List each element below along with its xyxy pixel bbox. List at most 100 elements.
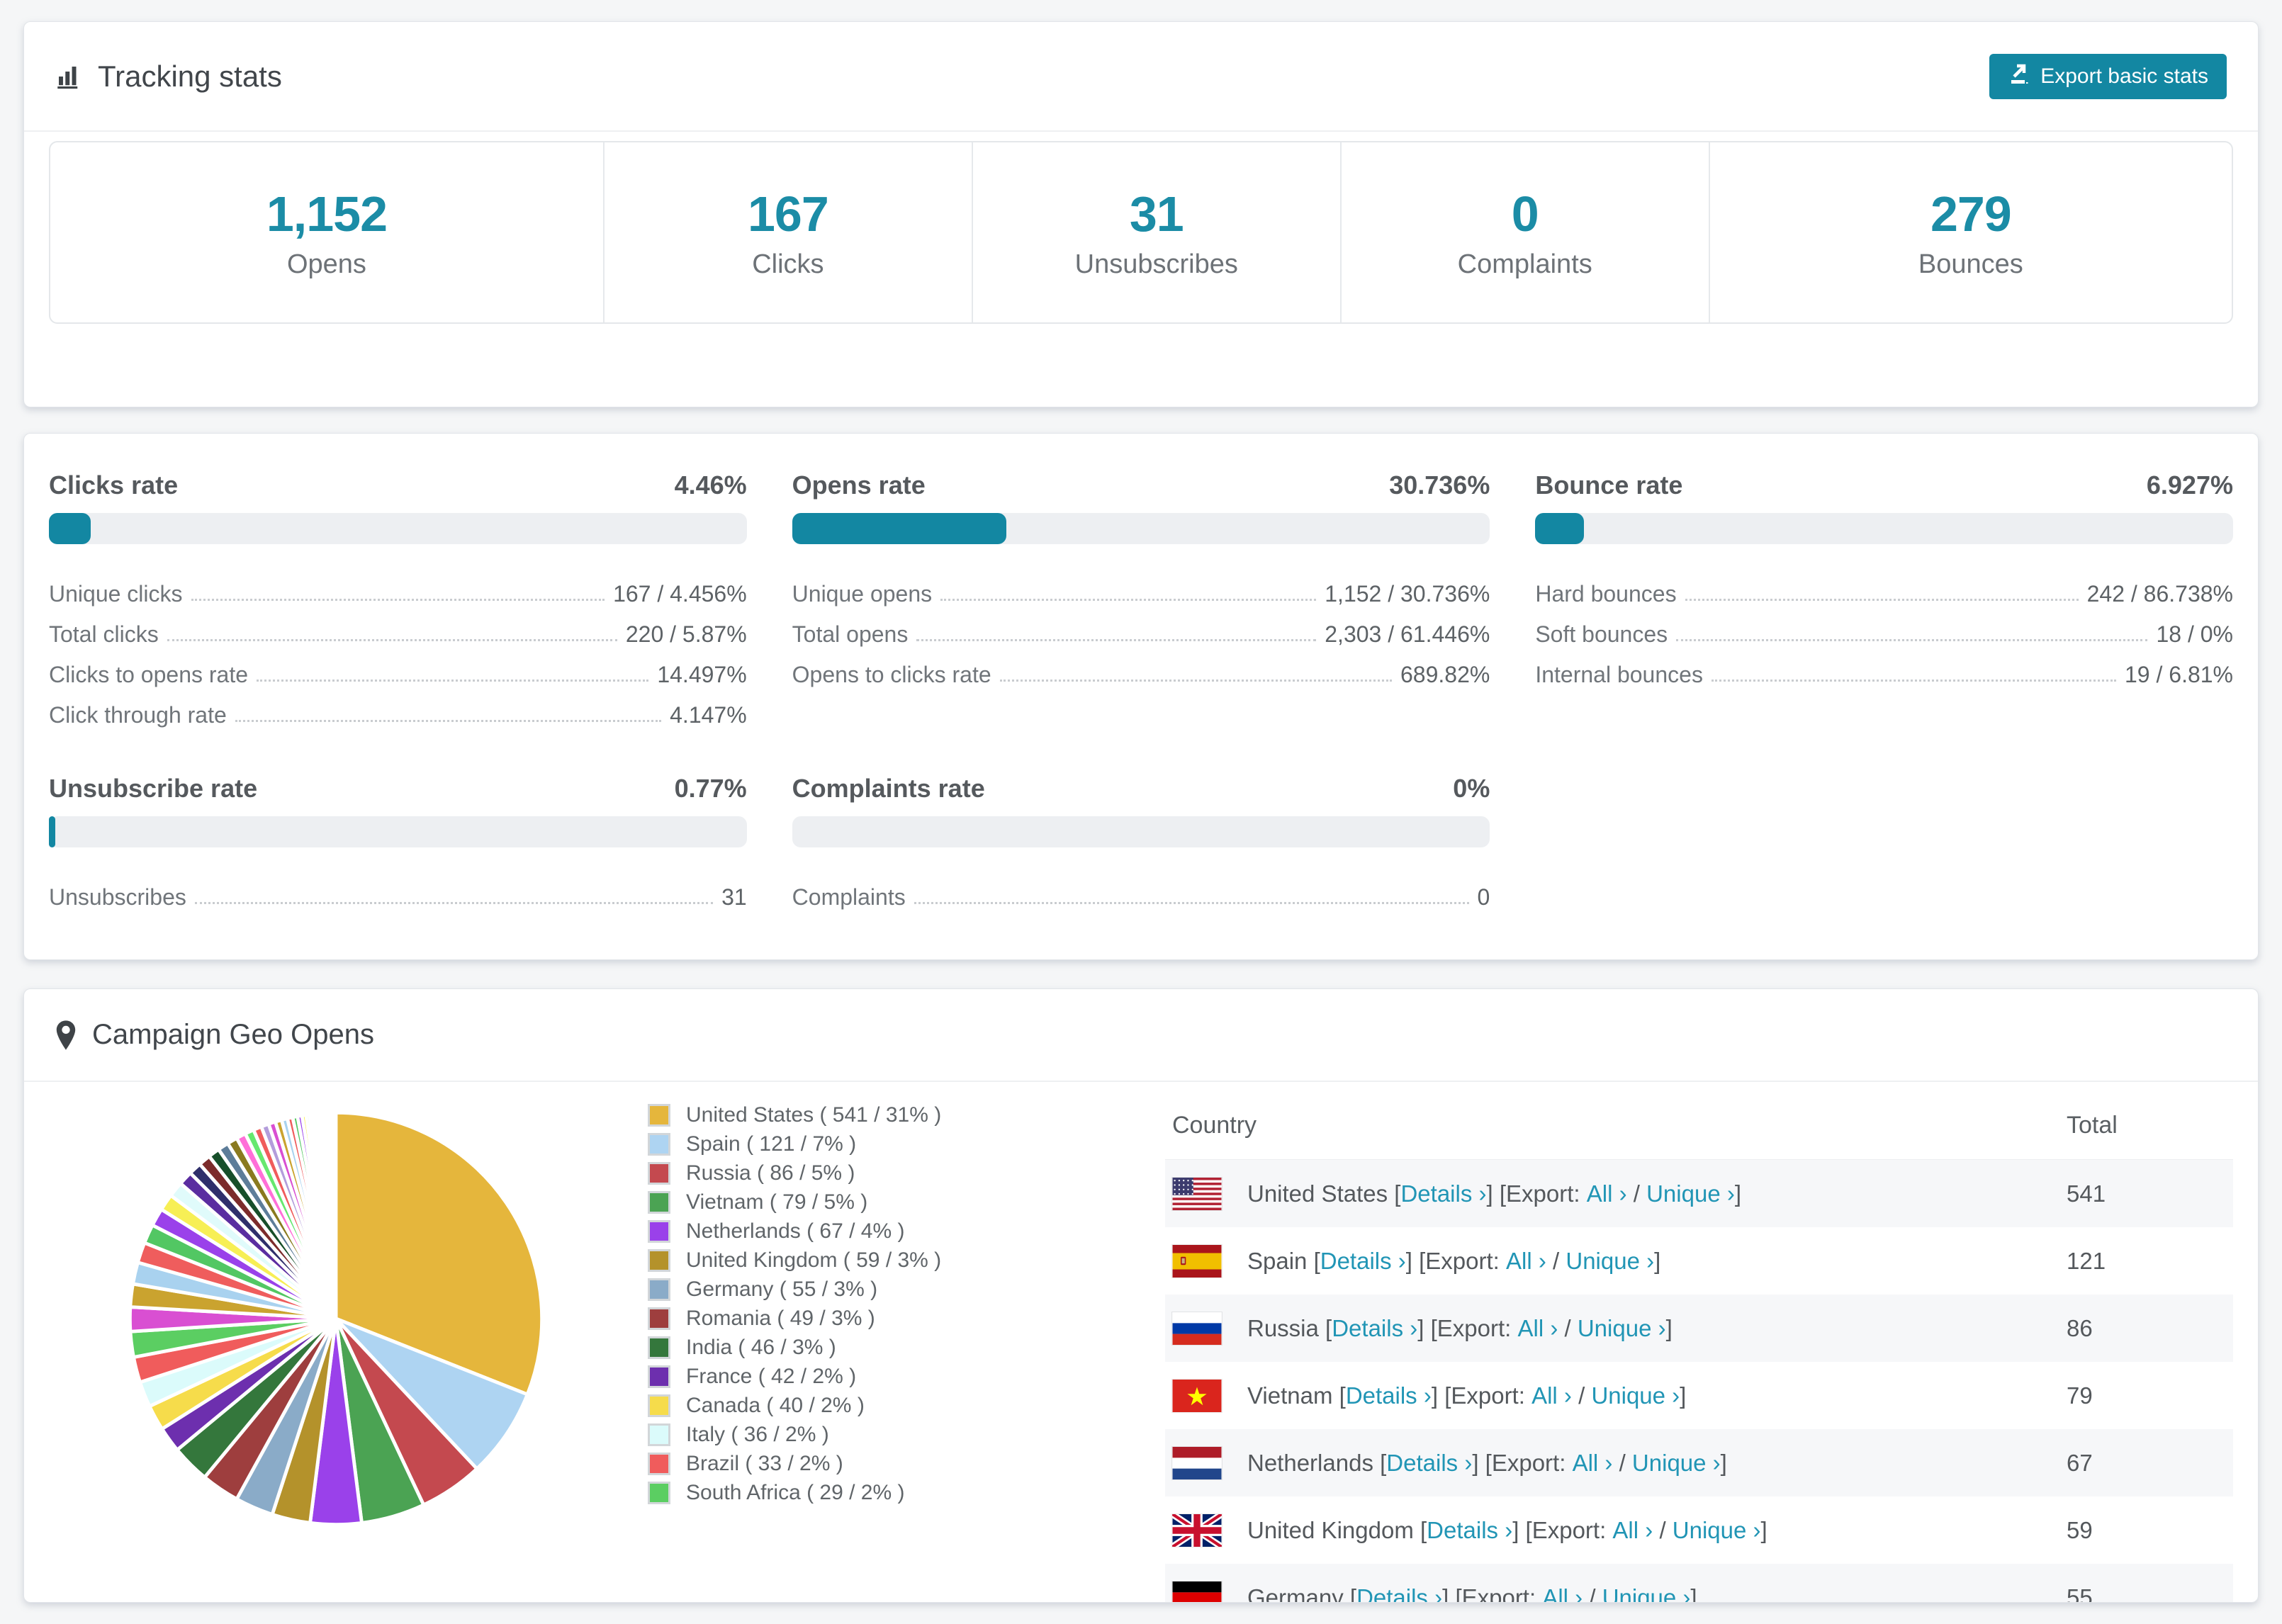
details-link[interactable]: Details › (1427, 1517, 1512, 1544)
export-all-link[interactable]: All › (1517, 1315, 1558, 1342)
country-name: Germany (1247, 1584, 1344, 1603)
stat-value: 0 (1511, 186, 1539, 242)
export-label: [Export: (1499, 1180, 1580, 1207)
total-cell: 55 (2067, 1584, 2093, 1603)
legend-item[interactable]: Vietnam ( 79 / 5% ) (648, 1188, 1165, 1217)
details-link[interactable]: Details › (1386, 1450, 1472, 1477)
legend-label: Brazil ( 33 / 2% ) (686, 1451, 843, 1475)
export-basic-stats-button[interactable]: Export basic stats (1989, 53, 2227, 99)
export-all-link[interactable]: All › (1612, 1517, 1653, 1544)
details-link[interactable]: Details › (1356, 1584, 1442, 1603)
table-row: Netherlands [Details ›] [Export: All › /… (1165, 1429, 2233, 1496)
stat-value: 31 (1129, 186, 1184, 242)
bracket: [ (1394, 1180, 1401, 1207)
stat-box: 167 Clicks (602, 142, 972, 322)
rate-section-header: Bounce rate 6.927% (1535, 470, 2233, 500)
rate-section: Opens rate 30.736% Unique opens 1,152 / … (792, 470, 1490, 728)
legend-label: United States ( 541 / 31% ) (686, 1103, 942, 1127)
geo-legend: United States ( 541 / 31% ) Spain ( 121 … (648, 1082, 1165, 1507)
details-link[interactable]: Details › (1332, 1315, 1417, 1342)
bracket-close: ] (1472, 1449, 1479, 1476)
rate-percent: 4.46% (674, 470, 747, 500)
bracket-close: ] (1405, 1247, 1412, 1274)
rate-detail-row: Click through rate 4.147% (49, 688, 747, 728)
details-link[interactable]: Details › (1400, 1180, 1486, 1207)
country-name: Russia (1247, 1314, 1319, 1341)
stat-label: Clicks (752, 249, 824, 279)
rate-detail-row: Complaints 0 (792, 870, 1490, 910)
dotted-leader (916, 639, 1317, 641)
export-all-link[interactable]: All › (1506, 1248, 1546, 1275)
legend-item[interactable]: Spain ( 121 / 7% ) (648, 1129, 1165, 1158)
rate-percent: 30.736% (1389, 470, 1490, 500)
bracket-close: ] (1442, 1584, 1449, 1603)
slash: / (1659, 1516, 1666, 1543)
rate-detail-row: Internal bounces 19 / 6.81% (1535, 648, 2233, 688)
ru-flag-icon (1172, 1312, 1222, 1345)
export-unique-link[interactable]: Unique › (1646, 1180, 1735, 1207)
campaign-geo-opens-card: Campaign Geo Opens United States ( 541 /… (23, 988, 2259, 1603)
bracket-close2: ] (1690, 1584, 1697, 1603)
bracket-close2: ] (1680, 1382, 1687, 1409)
export-unique-link[interactable]: Unique › (1673, 1517, 1761, 1544)
export-all-link[interactable]: All › (1531, 1382, 1572, 1409)
legend-swatch (648, 1190, 670, 1214)
legend-item[interactable]: Germany ( 55 / 3% ) (648, 1275, 1165, 1304)
legend-swatch (648, 1307, 670, 1330)
rate-section: Clicks rate 4.46% Unique clicks 167 / 4.… (49, 470, 747, 728)
country-column-header: Country (1172, 1112, 1257, 1139)
legend-item[interactable]: Italy ( 36 / 2% ) (648, 1420, 1165, 1449)
legend-item[interactable]: South Africa ( 29 / 2% ) (648, 1478, 1165, 1507)
total-cell: 86 (2067, 1314, 2093, 1341)
export-all-link[interactable]: All › (1587, 1180, 1627, 1207)
detail-label: Unsubscribes (49, 884, 186, 910)
geo-title-wrap: Campaign Geo Opens (54, 1019, 374, 1051)
total-cell: 121 (2067, 1247, 2106, 1274)
legend-label: Russia ( 86 / 5% ) (686, 1161, 855, 1185)
bracket: [ (1380, 1449, 1387, 1476)
legend-item[interactable]: Russia ( 86 / 5% ) (648, 1158, 1165, 1188)
geo-opens-pie-chart (128, 1110, 544, 1527)
gb-flag-icon (1172, 1513, 1222, 1547)
legend-label: Netherlands ( 67 / 4% ) (686, 1219, 905, 1243)
geo-table-rows: United States [Details ›] [Export: All ›… (1165, 1160, 2233, 1603)
bracket-close: ] (1512, 1516, 1519, 1543)
rate-detail-rows: Unique opens 1,152 / 30.736% Total opens… (792, 567, 1490, 688)
export-unique-link[interactable]: Unique › (1566, 1248, 1654, 1275)
export-unique-link[interactable]: Unique › (1578, 1315, 1666, 1342)
pie-slice (332, 1110, 338, 1321)
bracket: [ (1325, 1314, 1332, 1341)
legend-item[interactable]: Netherlands ( 67 / 4% ) (648, 1217, 1165, 1246)
stat-box: 0 Complaints (1339, 142, 1709, 322)
legend-item[interactable]: Canada ( 40 / 2% ) (648, 1391, 1165, 1420)
rate-detail-row: Unsubscribes 31 (49, 870, 747, 910)
rates-card: Clicks rate 4.46% Unique clicks 167 / 4.… (23, 433, 2259, 960)
legend-item[interactable]: France ( 42 / 2% ) (648, 1362, 1165, 1391)
export-all-link[interactable]: All › (1542, 1584, 1583, 1603)
geo-table-header: Country Total (1165, 1092, 2233, 1160)
legend-item[interactable]: India ( 46 / 3% ) (648, 1333, 1165, 1362)
export-unique-link[interactable]: Unique › (1632, 1450, 1721, 1477)
export-unique-link[interactable]: Unique › (1591, 1382, 1680, 1409)
stat-box: 279 Bounces (1708, 142, 2232, 322)
export-unique-link[interactable]: Unique › (1602, 1584, 1691, 1603)
legend-item[interactable]: Romania ( 49 / 3% ) (648, 1304, 1165, 1333)
dotted-leader (940, 599, 1317, 601)
legend-item[interactable]: Brazil ( 33 / 2% ) (648, 1449, 1165, 1478)
total-cell: 59 (2067, 1516, 2093, 1543)
total-cell: 79 (2067, 1382, 2093, 1409)
bracket-close: ] (1417, 1314, 1424, 1341)
details-link[interactable]: Details › (1346, 1382, 1432, 1409)
details-link[interactable]: Details › (1320, 1248, 1406, 1275)
export-all-link[interactable]: All › (1573, 1450, 1613, 1477)
table-row: United Kingdom [Details ›] [Export: All … (1165, 1496, 2233, 1564)
detail-value: 19 / 6.81% (2125, 662, 2233, 687)
rate-title: Bounce rate (1535, 470, 1683, 500)
stat-label: Opens (286, 249, 366, 279)
legend-swatch (648, 1336, 670, 1359)
detail-label: Unique opens (792, 581, 933, 607)
legend-item[interactable]: United States ( 541 / 31% ) (648, 1100, 1165, 1129)
stats-summary-row: 1,152 Opens 167 Clicks 31 Unsubscribes 0… (49, 141, 2233, 324)
legend-label: Canada ( 40 / 2% ) (686, 1393, 865, 1417)
legend-item[interactable]: United Kingdom ( 59 / 3% ) (648, 1246, 1165, 1275)
